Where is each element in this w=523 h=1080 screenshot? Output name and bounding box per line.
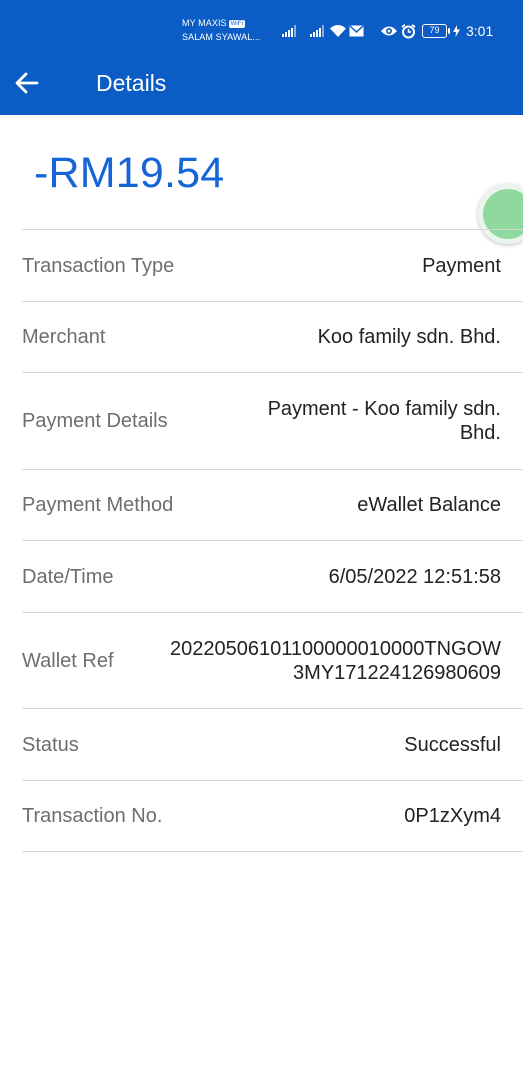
mail-icon xyxy=(349,25,364,37)
carrier-message: SALAM SYAWAL... xyxy=(182,32,261,42)
detail-value: Payment xyxy=(422,254,501,277)
detail-label: Merchant xyxy=(22,326,106,348)
detail-row-merchant: Merchant Koo family sdn. Bhd. xyxy=(22,301,523,372)
detail-value: eWallet Balance xyxy=(357,494,501,516)
signal-icon xyxy=(282,25,296,37)
wifi-calling-badge: WiFi xyxy=(228,20,246,28)
status-bar: MY MAXIS WiFi SALAM SYAWAL... 79 3:01 xyxy=(0,0,523,52)
detail-row-payment-details: Payment Details Payment - Koo family sdn… xyxy=(22,372,523,469)
eye-icon xyxy=(381,26,397,36)
detail-row-payment-method: Payment Method eWallet Balance xyxy=(22,469,523,540)
page-title: Details xyxy=(96,70,167,96)
detail-value: 6/05/2022 12:51:58 xyxy=(328,565,501,588)
status-clock: 3:01 xyxy=(466,23,494,39)
charging-icon xyxy=(453,25,460,37)
alarm-icon xyxy=(401,23,416,38)
details-list: Transaction Type Payment Merchant Koo fa… xyxy=(22,229,523,852)
detail-label: Payment Details xyxy=(22,410,168,432)
signal-icon xyxy=(310,25,324,37)
app-header: MY MAXIS WiFi SALAM SYAWAL... 79 3:01 Det… xyxy=(0,0,523,115)
detail-row-transaction-type: Transaction Type Payment xyxy=(22,229,523,301)
detail-label: Payment Method xyxy=(22,494,174,516)
detail-label: Date/Time xyxy=(22,565,114,588)
detail-value: 20220506101100000010000TNGOW 3MY17122412… xyxy=(170,637,501,684)
back-arrow-icon[interactable] xyxy=(14,70,40,96)
detail-row-date-time: Date/Time 6/05/2022 12:51:58 xyxy=(22,540,523,612)
detail-value: Payment - Koo family sdn. Bhd. xyxy=(267,398,501,444)
detail-value: Successful xyxy=(404,733,501,756)
detail-label: Status xyxy=(22,733,79,756)
wifi-icon xyxy=(330,24,346,37)
detail-value: Koo family sdn. Bhd. xyxy=(317,326,501,348)
detail-row-status: Status Successful xyxy=(22,708,523,780)
detail-row-wallet-ref: Wallet Ref 20220506101100000010000TNGOW … xyxy=(22,612,523,708)
status-icons: 79 3:01 xyxy=(282,21,493,41)
detail-value: 0P1zXym4 xyxy=(404,805,501,827)
detail-label: Wallet Ref xyxy=(22,649,114,672)
detail-label: Transaction Type xyxy=(22,254,175,277)
transaction-amount: -RM19.54 xyxy=(34,149,225,197)
battery-indicator: 79 xyxy=(422,24,450,38)
detail-row-transaction-no: Transaction No. 0P1zXym4 xyxy=(22,780,523,852)
carrier-name: MY MAXIS xyxy=(182,18,227,28)
carrier-info: MY MAXIS WiFi SALAM SYAWAL... xyxy=(182,16,260,44)
detail-label: Transaction No. xyxy=(22,805,163,827)
battery-level: 79 xyxy=(422,24,447,38)
